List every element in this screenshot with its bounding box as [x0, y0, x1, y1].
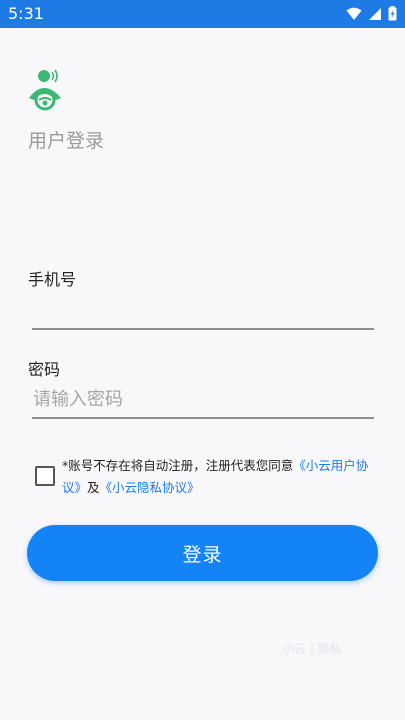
signal-icon [368, 6, 382, 25]
app-logo [26, 68, 66, 112]
agreement-text: *账号不存在将自动注册，注册代表您同意《小云用户协议》及《小云隐私协议》 [62, 455, 377, 499]
agreement-conjunction: 及 [87, 480, 100, 495]
privacy-agreement-link[interactable]: 《小云隐私协议》 [100, 480, 200, 495]
wifi-icon [346, 6, 362, 25]
status-time: 5:31 [8, 4, 44, 23]
agreement-prefix: *账号不存在将自动注册，注册代表您同意 [62, 458, 294, 473]
login-button[interactable]: 登录 [27, 525, 378, 581]
page-title: 用户登录 [28, 130, 105, 152]
footer-faint-text: 小云 | 隐私 [282, 642, 342, 656]
battery-icon [388, 6, 397, 25]
phone-label: 手机号 [28, 270, 77, 289]
status-icons [346, 6, 397, 25]
password-label: 密码 [28, 360, 61, 379]
agreement-checkbox[interactable] [35, 466, 55, 486]
phone-input[interactable] [32, 292, 374, 330]
status-bar: 5:31 [0, 0, 405, 28]
password-input[interactable] [32, 381, 374, 419]
